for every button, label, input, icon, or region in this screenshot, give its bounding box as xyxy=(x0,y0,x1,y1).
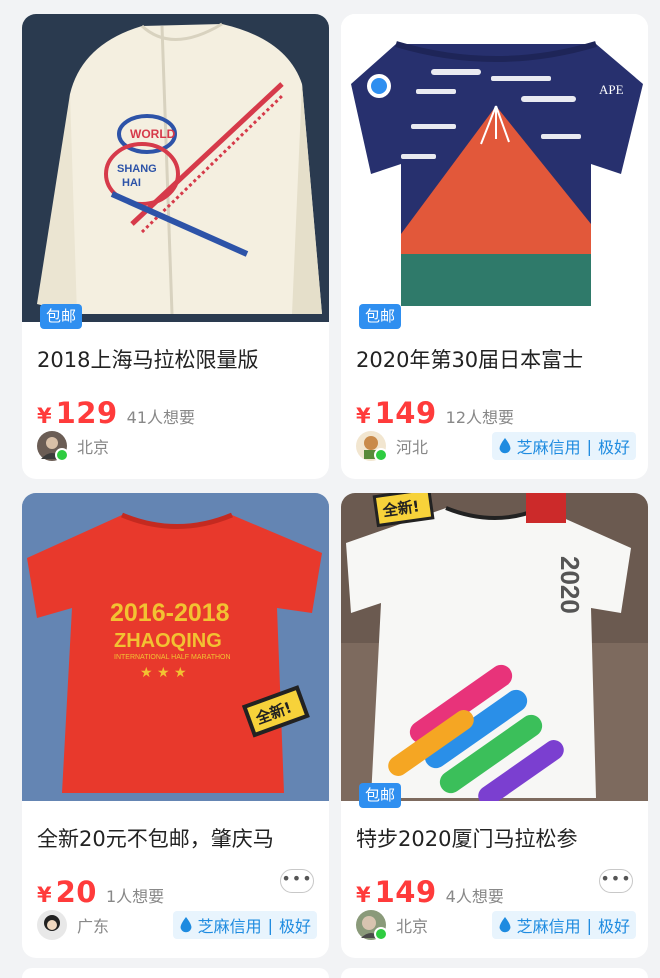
sesame-credit-badge: 芝麻信用 | 极好 xyxy=(172,911,317,939)
seller-location: 北京 xyxy=(396,917,429,936)
online-indicator xyxy=(374,927,388,941)
product-title[interactable]: 全新20元不包邮，肇庆马 xyxy=(37,823,322,853)
shirt-print-text: HAI xyxy=(122,177,141,189)
seller-row[interactable]: 北京 xyxy=(37,431,110,462)
price-row: ¥ 20 1人想要 xyxy=(37,875,164,911)
product-photo[interactable]: WORLD SHANG HAI xyxy=(22,14,329,322)
seller-row[interactable]: 北京 xyxy=(356,910,429,941)
currency-symbol: ¥ xyxy=(356,404,371,428)
price-row: ¥ 129 41人想要 xyxy=(37,396,195,432)
shirt-print-text: ★ ★ ★ xyxy=(140,665,187,681)
credit-label: 芝麻信用 xyxy=(197,917,262,936)
want-count: 4人想要 xyxy=(445,887,504,906)
product-card[interactable]: 2016-2018 ZHAOQING INTERNATIONAL HALF MA… xyxy=(22,493,329,958)
product-price: 149 xyxy=(374,875,437,909)
product-title[interactable]: 2018上海马拉松限量版 xyxy=(37,344,322,374)
seller-avatar[interactable] xyxy=(37,910,67,940)
seller-row[interactable]: 广东 xyxy=(37,910,109,940)
product-card[interactable]: WORLD SHANG HAI 包邮 2018上海马拉松限量版 ¥ 129 41… xyxy=(22,14,329,479)
currency-symbol: ¥ xyxy=(37,883,52,907)
want-count: 1人想要 xyxy=(105,887,165,906)
product-price: 20 xyxy=(55,875,97,909)
water-drop-icon xyxy=(499,916,511,932)
credit-level: 极好 xyxy=(597,917,630,936)
sesame-credit-badge: 芝麻信用 | 极好 xyxy=(491,432,636,460)
free-shipping-badge: 包邮 xyxy=(359,304,402,329)
product-card[interactable]: 2020 全新! 包邮 特步2020厦门马拉松参 ¥ 149 4人想要 ••• … xyxy=(341,493,648,958)
product-price: 149 xyxy=(374,396,437,430)
seller-avatar[interactable] xyxy=(37,431,69,462)
seller-location: 北京 xyxy=(77,438,110,457)
credit-label: 芝麻信用 xyxy=(516,438,581,457)
more-options-button[interactable]: ••• xyxy=(280,869,314,893)
product-title[interactable]: 2020年第30届日本富士 xyxy=(356,344,641,374)
currency-symbol: ¥ xyxy=(356,883,371,907)
want-count: 12人想要 xyxy=(445,408,515,427)
shirt-print-text: 2016-2018 xyxy=(110,599,230,627)
shirt-print-text: SHANG xyxy=(117,163,157,175)
free-shipping-badge: 包邮 xyxy=(40,304,83,329)
free-shipping-badge: 包邮 xyxy=(359,783,402,808)
product-photo[interactable]: APE xyxy=(341,14,648,322)
seller-location: 河北 xyxy=(396,438,429,457)
shirt-print-text: ZHAOQING xyxy=(114,630,222,652)
online-indicator xyxy=(55,448,69,462)
credit-level: 极好 xyxy=(597,438,630,457)
next-product-card-edge xyxy=(22,968,329,978)
seller-location: 广东 xyxy=(77,917,110,936)
water-drop-icon xyxy=(499,437,511,453)
seller-avatar[interactable] xyxy=(356,431,388,462)
seller-row[interactable]: 河北 xyxy=(356,431,429,462)
shirt-print-text: APE xyxy=(599,82,624,97)
next-product-card-edge xyxy=(341,968,648,978)
product-photo[interactable]: 2020 全新! xyxy=(341,493,648,801)
more-options-button[interactable]: ••• xyxy=(599,869,633,893)
shirt-print-text: WORLD xyxy=(130,127,176,141)
water-drop-icon xyxy=(180,916,192,932)
price-row: ¥ 149 4人想要 xyxy=(356,875,504,911)
online-indicator xyxy=(374,448,388,462)
credit-label: 芝麻信用 xyxy=(516,917,581,936)
seller-avatar[interactable] xyxy=(356,910,388,941)
shirt-print-text: INTERNATIONAL HALF MARATHON xyxy=(114,654,231,661)
shirt-print-text: 2020 xyxy=(555,556,585,614)
sesame-credit-badge: 芝麻信用 | 极好 xyxy=(491,911,636,939)
product-title[interactable]: 特步2020厦门马拉松参 xyxy=(356,823,641,853)
product-card[interactable]: APE 包邮 2020年第30届日本富士 ¥ 149 12人想要 河北 芝麻信用… xyxy=(341,14,648,479)
product-photo[interactable]: 2016-2018 ZHAOQING INTERNATIONAL HALF MA… xyxy=(22,493,329,801)
price-row: ¥ 149 12人想要 xyxy=(356,396,514,432)
credit-level: 极好 xyxy=(278,917,311,936)
want-count: 41人想要 xyxy=(126,408,196,427)
product-price: 129 xyxy=(55,396,118,430)
currency-symbol: ¥ xyxy=(37,404,52,428)
